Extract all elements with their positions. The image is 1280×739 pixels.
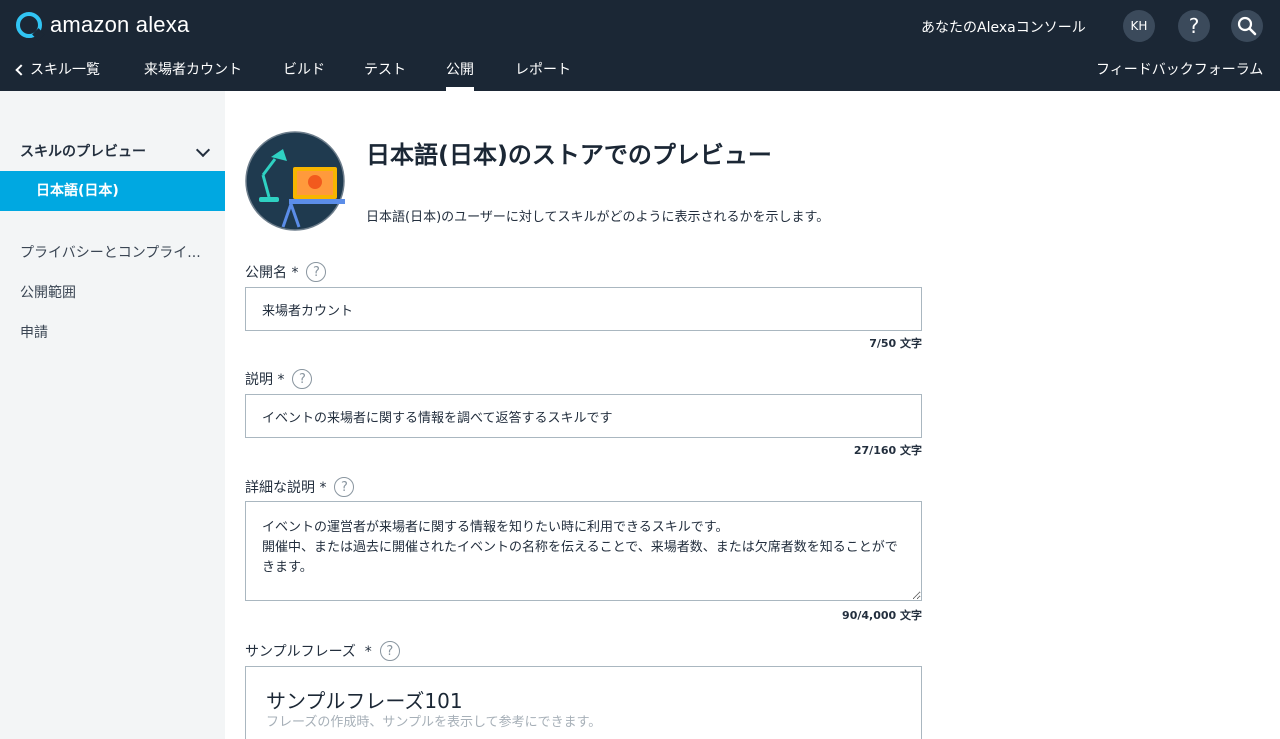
help-circle-icon[interactable]: ? bbox=[334, 477, 355, 497]
tab-test[interactable]: テスト bbox=[364, 59, 406, 79]
tab-report[interactable]: レポート bbox=[515, 59, 571, 79]
public-name-label: 公開名 * ? bbox=[245, 262, 327, 282]
sidebar-item-privacy[interactable]: プライバシーとコンプライ... bbox=[20, 242, 201, 262]
sample-phrases-label-text: サンプルフレーズ * bbox=[245, 644, 372, 660]
detailed-description-counter: 90/4,000 文字 bbox=[842, 609, 922, 622]
help-button[interactable]: ? bbox=[1178, 10, 1210, 42]
sidebar-item-availability[interactable]: 公開範囲 bbox=[20, 282, 76, 302]
alexa-logo[interactable]: amazon alexa bbox=[16, 11, 189, 39]
nav-back-label: スキル一覧 bbox=[30, 62, 100, 78]
sample-phrases-box-title: サンプルフレーズ101 bbox=[266, 689, 463, 713]
search-button[interactable] bbox=[1231, 10, 1263, 42]
alexa-ring-icon bbox=[16, 12, 42, 38]
sample-phrases-box[interactable]: サンプルフレーズ101 フレーズの作成時、サンプルを表示して参考にできます。 bbox=[245, 666, 922, 739]
help-circle-icon[interactable]: ? bbox=[292, 369, 313, 389]
page-subtitle: 日本語(日本)のユーザーに対してスキルがどのように表示されるかを示します。 bbox=[366, 210, 830, 225]
public-name-input[interactable] bbox=[245, 287, 922, 331]
detailed-description-label-text: 詳細な説明 * bbox=[245, 480, 327, 496]
description-counter: 27/160 文字 bbox=[853, 444, 922, 457]
logo-text: amazon alexa bbox=[50, 12, 190, 37]
detailed-description-label: 詳細な説明 * ? bbox=[245, 477, 355, 497]
sidebar: スキルのプレビュー 日本語(日本) プライバシーとコンプライ... 公開範囲 申… bbox=[0, 91, 225, 739]
tab-publish[interactable]: 公開 bbox=[446, 59, 474, 91]
description-label-text: 説明 * bbox=[245, 372, 285, 388]
help-circle-icon[interactable]: ? bbox=[306, 262, 327, 282]
sample-phrases-label: サンプルフレーズ * ? bbox=[245, 641, 400, 661]
public-name-label-text: 公開名 * bbox=[245, 265, 299, 281]
public-name-counter: 7/50 文字 bbox=[869, 337, 922, 350]
chevron-left-icon bbox=[15, 63, 27, 76]
description-input[interactable] bbox=[245, 394, 922, 438]
avatar[interactable]: KH bbox=[1123, 10, 1155, 42]
detailed-description-textarea[interactable]: イベントの運営者が来場者に関する情報を知りたい時に利用できるスキルです。 開催中… bbox=[245, 501, 922, 601]
search-icon bbox=[1237, 16, 1257, 36]
nav-back-skills[interactable]: スキル一覧 bbox=[15, 59, 100, 79]
console-link[interactable]: あなたのAlexaコンソール bbox=[921, 17, 1086, 37]
sidebar-section-skill-preview[interactable]: スキルのプレビュー bbox=[20, 141, 146, 161]
page-title: 日本語(日本)のストアでのプレビュー bbox=[366, 141, 772, 169]
sidebar-item-submission[interactable]: 申請 bbox=[20, 322, 48, 342]
help-circle-icon[interactable]: ? bbox=[379, 641, 400, 661]
description-label: 説明 * ? bbox=[245, 369, 313, 389]
chevron-down-icon[interactable] bbox=[195, 142, 211, 158]
tab-build[interactable]: ビルド bbox=[283, 59, 325, 79]
feedback-forum-link[interactable]: フィードバックフォーラム bbox=[1096, 59, 1263, 79]
store-preview-illustration-icon bbox=[245, 131, 345, 231]
sidebar-item-japanese[interactable]: 日本語(日本) bbox=[0, 171, 225, 211]
sample-phrases-box-hint: フレーズの作成時、サンプルを表示して参考にできます。 bbox=[266, 715, 602, 730]
tab-skill-name[interactable]: 来場者カウント bbox=[144, 59, 242, 79]
main-nav: スキル一覧 来場者カウント ビルド テスト 公開 レポート フィードバックフォー… bbox=[0, 50, 1280, 91]
top-header: amazon alexa あなたのAlexaコンソール KH ? スキル一覧 来… bbox=[0, 0, 1280, 91]
